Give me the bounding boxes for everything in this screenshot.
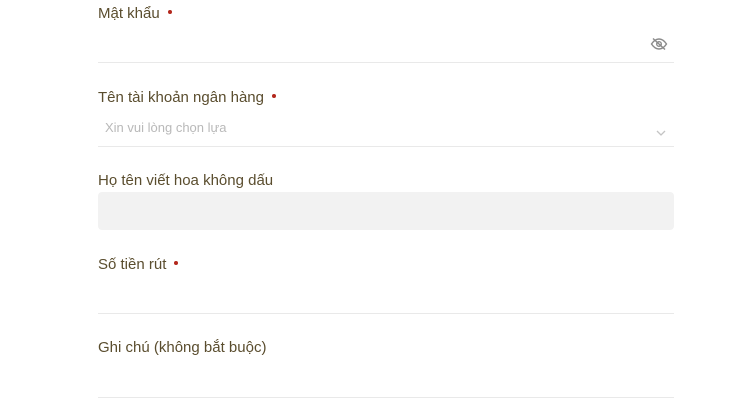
full-name-input[interactable]: [98, 192, 674, 230]
required-dot: [174, 261, 179, 266]
bank-account-placeholder[interactable]: Xin vui lòng chọn lựa: [105, 120, 226, 135]
amount-label: Số tiền rút: [98, 256, 179, 274]
note-label: Ghi chú (không bắt buộc): [98, 339, 267, 356]
password-divider: [98, 62, 674, 63]
chevron-down-icon[interactable]: [656, 124, 666, 136]
amount-input[interactable]: [98, 287, 674, 307]
required-dot: [167, 10, 172, 15]
note-divider: [98, 397, 674, 398]
full-name-label: Họ tên viết hoa không dấu: [98, 172, 274, 189]
password-label: Mật khẩu: [98, 5, 172, 23]
bank-account-label: Tên tài khoản ngân hàng: [98, 89, 276, 107]
password-input[interactable]: [98, 34, 638, 54]
password-label-text: Mật khẩu: [98, 5, 160, 22]
bank-account-divider: [98, 146, 674, 147]
amount-label-text: Số tiền rút: [98, 256, 167, 273]
withdrawal-form: Mật khẩu Tên tài khoản ngân hàng Xin vui…: [98, 0, 674, 404]
password-field: Mật khẩu: [98, 0, 674, 63]
bank-account-field[interactable]: Tên tài khoản ngân hàng Xin vui lòng chọ…: [98, 85, 674, 147]
required-dot: [271, 94, 276, 99]
bank-account-label-text: Tên tài khoản ngân hàng: [98, 89, 264, 106]
note-input[interactable]: [98, 371, 674, 391]
amount-field: Số tiền rút: [98, 253, 674, 315]
amount-divider: [98, 313, 674, 314]
full-name-field: Họ tên viết hoa không dấu: [98, 170, 674, 232]
note-field: Ghi chú (không bắt buộc): [98, 337, 674, 399]
eye-off-icon[interactable]: [650, 37, 668, 51]
